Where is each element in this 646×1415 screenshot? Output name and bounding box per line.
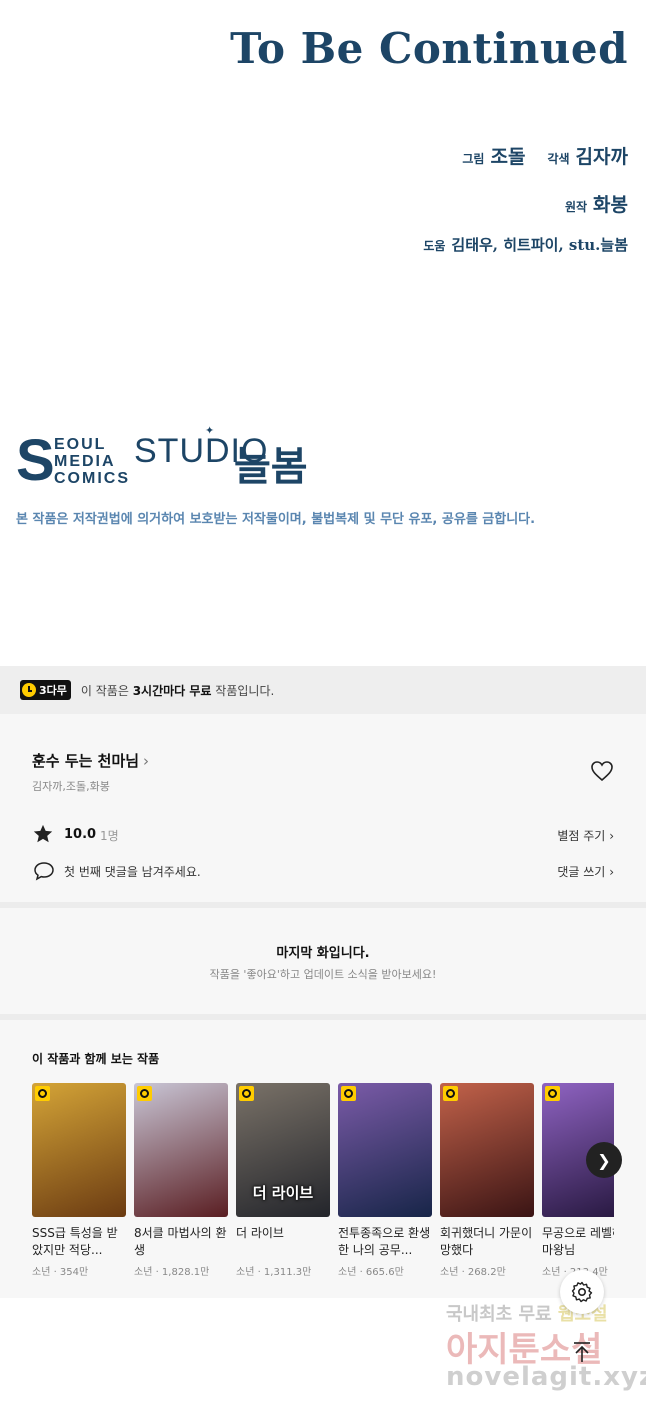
recommendation-thumbnail bbox=[134, 1083, 228, 1217]
logo-line-2: MEDIA bbox=[54, 453, 116, 470]
recommendation-thumbnail bbox=[338, 1083, 432, 1217]
free-notice-text: 이 작품은 3시간마다 무료 작품입니다. bbox=[81, 682, 274, 699]
recommendation-title: 무공으로 레벨하는 마왕님 bbox=[542, 1226, 614, 1257]
work-title-link[interactable]: 훈수 두는 천마님 › bbox=[32, 750, 149, 771]
rating-value: 10.0 bbox=[64, 827, 97, 842]
chevron-right-icon: ❯ bbox=[597, 1150, 611, 1170]
recommendation-meta: 소년 · 1,828.1만 bbox=[134, 1267, 210, 1278]
settings-button[interactable] bbox=[560, 1270, 604, 1314]
recommendation-meta: 소년 · 354만 bbox=[32, 1267, 89, 1278]
gear-icon bbox=[571, 1281, 593, 1303]
recommendation-card[interactable]: 8서클 마법사의 환생 소년 · 1,828.1만 bbox=[134, 1083, 228, 1278]
clock-icon bbox=[443, 1086, 458, 1101]
chevron-right-icon: › bbox=[609, 829, 614, 843]
recommendation-card[interactable]: 회귀했더니 가문이 망했다 소년 · 268.2만 bbox=[440, 1083, 534, 1278]
clock-icon bbox=[341, 1086, 356, 1101]
rate-button-label: 별점 주기 bbox=[557, 829, 606, 843]
scroll-to-top-button[interactable] bbox=[560, 1330, 604, 1374]
to-be-continued-title: To Be Continued bbox=[230, 24, 628, 73]
logo-line-3: COMICS bbox=[54, 470, 130, 487]
rating-count: 1명 bbox=[100, 829, 119, 843]
rate-button[interactable]: 별점 주기 › bbox=[557, 827, 614, 844]
logo-line-1: EOUL bbox=[54, 436, 107, 453]
recommendation-thumbnail: 더 라이브 bbox=[236, 1083, 330, 1217]
chevron-right-icon: › bbox=[609, 865, 614, 879]
studio-name: 늘봄 bbox=[234, 444, 308, 490]
free-text-prefix: 이 작품은 bbox=[80, 683, 133, 698]
credit-assist: 도움 김태우, 히트파이, stu.늘봄 bbox=[423, 234, 628, 255]
credit-original-name: 화봉 bbox=[593, 194, 628, 216]
recommendation-meta: 소년 · 1,311.3만 bbox=[236, 1267, 312, 1278]
last-episode-title: 마지막 화입니다. bbox=[276, 946, 370, 961]
clock-icon bbox=[239, 1086, 254, 1101]
recommendation-title: 회귀했더니 가문이 망했다 bbox=[440, 1226, 533, 1257]
carousel-next-button[interactable]: ❯ bbox=[586, 1142, 622, 1178]
credit-assist-names: 김태우, 히트파이, stu.늘봄 bbox=[451, 236, 628, 254]
clock-icon bbox=[545, 1086, 560, 1101]
free-badge: 3다무 bbox=[20, 680, 71, 700]
credit-assist-role: 도움 bbox=[423, 239, 446, 253]
comment-bubble-icon bbox=[34, 862, 54, 881]
credit-original: 원작 화봉 bbox=[565, 190, 628, 217]
free-badge-label: 3다무 bbox=[39, 684, 67, 697]
arrow-up-icon bbox=[574, 1342, 590, 1362]
seoul-media-comics-logo: S EOUL MEDIA COMICS bbox=[16, 428, 128, 493]
credit-art-name: 조돌 bbox=[490, 146, 526, 168]
logo-initial: S bbox=[16, 428, 55, 493]
credit-adapt-name: 김자까 bbox=[575, 146, 628, 168]
recommendation-thumbnail bbox=[440, 1083, 534, 1217]
heart-icon[interactable] bbox=[590, 760, 614, 782]
work-authors: 김자까,조돌,화봉 bbox=[32, 780, 110, 793]
free-text-bold: 3시간마다 무료 bbox=[132, 683, 212, 698]
clock-icon bbox=[35, 1086, 50, 1101]
copyright-notice: 본 작품은 저작권법에 의거하여 보호받는 저작물이며, 불법복제 및 무단 유… bbox=[16, 512, 536, 527]
recommendation-title: 8서클 마법사의 환생 bbox=[134, 1226, 227, 1257]
recommendation-heading: 이 작품과 함께 보는 작품 bbox=[32, 1052, 160, 1066]
credit-art-adapt: 그림 조돌 각색 김자까 bbox=[462, 142, 628, 169]
sparkle-icon: ✦ bbox=[205, 424, 215, 437]
recommendation-title: SSS급 특성을 받았지만 적당... bbox=[32, 1226, 118, 1257]
recommendation-carousel[interactable]: SSS급 특성을 받았지만 적당... 소년 · 354만 8서클 마법사의 환… bbox=[32, 1083, 614, 1283]
recommendation-meta: 소년 · 268.2만 bbox=[440, 1267, 506, 1278]
last-episode-subtitle: 작품을 '좋아요'하고 업데이트 소식을 받아보세요! bbox=[209, 968, 437, 981]
credit-original-role: 원작 bbox=[564, 200, 588, 214]
recommendation-meta: 소년 · 665.6만 bbox=[338, 1267, 404, 1278]
comment-prompt: 첫 번째 댓글을 남겨주세요. bbox=[64, 865, 201, 879]
recommendation-card[interactable]: 전투종족으로 환생한 나의 공무... 소년 · 665.6만 bbox=[338, 1083, 432, 1278]
free-text-suffix: 작품입니다. bbox=[211, 683, 275, 698]
watermark-line-3: novelagit.xyz bbox=[446, 1362, 646, 1392]
clock-icon bbox=[22, 683, 36, 697]
recommendation-title: 더 라이브 bbox=[236, 1226, 284, 1240]
thumbnail-title: 더 라이브 bbox=[252, 1184, 314, 1202]
star-icon bbox=[33, 824, 53, 843]
credit-adapt-role: 각색 bbox=[547, 152, 570, 166]
recommendation-card[interactable]: 무공으로 레벨하는 마왕님 소년 · 213.4만 bbox=[542, 1083, 614, 1278]
recommendation-card[interactable]: 더 라이브 더 라이브 소년 · 1,311.3만 bbox=[236, 1083, 330, 1278]
last-episode-card bbox=[0, 908, 646, 1014]
recommendation-card[interactable]: SSS급 특성을 받았지만 적당... 소년 · 354만 bbox=[32, 1083, 126, 1278]
write-comment-label: 댓글 쓰기 bbox=[557, 865, 606, 879]
recommendation-thumbnail bbox=[32, 1083, 126, 1217]
free-notice-banner: 3다무 이 작품은 3시간마다 무료 작품입니다. bbox=[0, 666, 646, 714]
chevron-right-icon: › bbox=[143, 752, 150, 770]
credit-art-role: 그림 bbox=[462, 152, 485, 166]
work-title: 훈수 두는 천마님 bbox=[32, 752, 140, 770]
recommendation-title: 전투종족으로 환생한 나의 공무... bbox=[338, 1226, 431, 1257]
clock-icon bbox=[137, 1086, 152, 1101]
write-comment-button[interactable]: 댓글 쓰기 › bbox=[557, 863, 614, 880]
